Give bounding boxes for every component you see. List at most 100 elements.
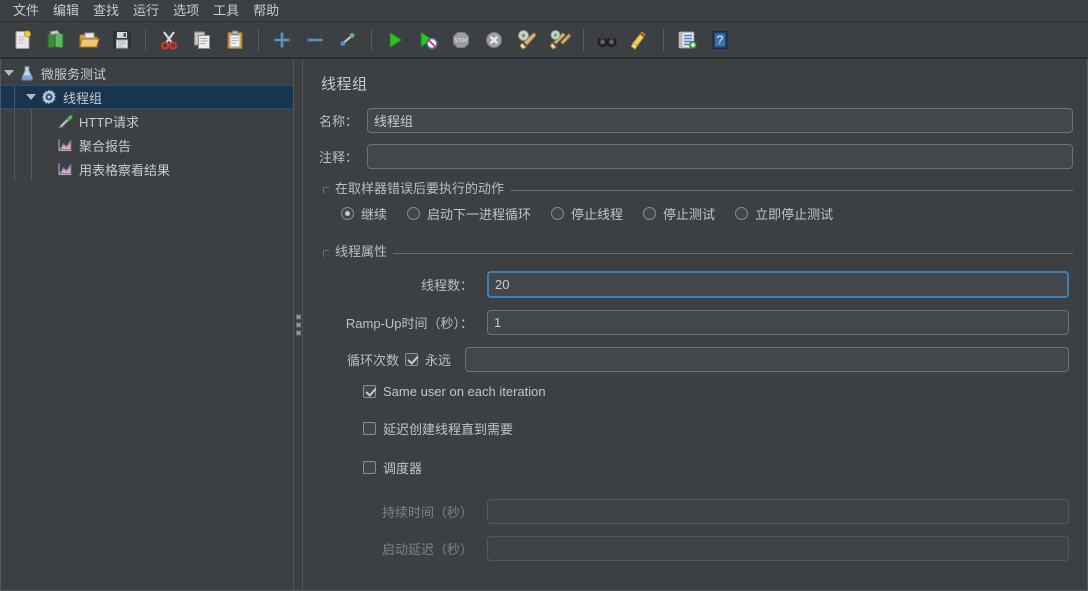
comment-row: 注释： bbox=[319, 144, 1073, 169]
name-label: 名称： bbox=[319, 114, 359, 129]
toolbar-paste[interactable] bbox=[220, 25, 250, 55]
toolbar-separator-3 bbox=[371, 28, 372, 51]
toolbar-cut[interactable] bbox=[154, 25, 184, 55]
tree-node-thread-group[interactable]: 线程组 bbox=[1, 85, 293, 109]
page-title: 线程组 bbox=[321, 76, 368, 93]
split-divider[interactable] bbox=[293, 58, 303, 591]
delay-create-checkbox[interactable]: 延迟创建线程直到需要 bbox=[333, 419, 1069, 438]
num-threads-label: 线程数： bbox=[420, 278, 473, 293]
num-threads-input[interactable] bbox=[487, 271, 1069, 298]
menu-bar: 文件 编辑 查找 运行 选项 工具 帮助 bbox=[0, 0, 1088, 22]
menu-edit[interactable]: 编辑 bbox=[46, 1, 86, 21]
radio-continue[interactable]: 继续 bbox=[341, 204, 387, 223]
group-rule bbox=[393, 253, 1073, 254]
forever-checkbox-label: 永远 bbox=[425, 353, 452, 368]
comment-input[interactable] bbox=[367, 144, 1073, 169]
toolbar-reset-search[interactable] bbox=[625, 25, 655, 55]
radio-stop-test-label: 停止测试 bbox=[663, 207, 716, 222]
start-play-icon bbox=[389, 31, 403, 48]
main-split: 微服务测试 线程组 HTTP请求 聚合报告 用表格察看结果 线程组 名称： 线程… bbox=[0, 58, 1088, 591]
toolbar-expand-all[interactable] bbox=[267, 25, 297, 55]
broom-reset-search-icon bbox=[630, 30, 646, 50]
toolbar-templates[interactable] bbox=[41, 25, 71, 55]
toolbar-save[interactable] bbox=[107, 25, 137, 55]
toolbar-help[interactable]: ? bbox=[705, 25, 735, 55]
open-folder-icon bbox=[79, 32, 100, 47]
test-plan-tree[interactable]: 微服务测试 线程组 HTTP请求 聚合报告 用表格察看结果 bbox=[0, 58, 293, 591]
tree-node-thread-group-label: 线程组 bbox=[63, 90, 103, 106]
delay-create-checkbox-indicator bbox=[363, 422, 376, 435]
scheduler-checkbox-label: 调度器 bbox=[383, 461, 423, 476]
toolbar-open[interactable] bbox=[74, 25, 104, 55]
menu-options[interactable]: 选项 bbox=[166, 1, 206, 21]
startup-delay-row: 启动延迟（秒） bbox=[333, 536, 1069, 561]
radio-continue-label: 继续 bbox=[361, 207, 388, 222]
toolbar-clear-all[interactable] bbox=[545, 25, 575, 55]
tree-node-test-plan[interactable]: 微服务测试 bbox=[1, 61, 293, 85]
new-document-icon bbox=[15, 30, 31, 49]
name-row: 名称： bbox=[319, 108, 1073, 133]
ramp-up-input[interactable] bbox=[487, 310, 1069, 335]
radio-stop-test-indicator bbox=[643, 207, 657, 220]
twisty-test-plan[interactable] bbox=[1, 61, 17, 85]
startup-delay-input[interactable] bbox=[487, 536, 1069, 561]
ramp-up-row: Ramp-Up时间（秒）： bbox=[333, 310, 1069, 335]
radio-stop-thread[interactable]: 停止线程 bbox=[551, 204, 623, 223]
radio-stop-test[interactable]: 停止测试 bbox=[643, 204, 715, 223]
menu-tools[interactable]: 工具 bbox=[206, 1, 246, 21]
toolbar-toggle[interactable] bbox=[333, 25, 363, 55]
tree-node-aggregate-report[interactable]: 聚合报告 bbox=[1, 133, 293, 157]
tree-node-test-plan-label: 微服务测试 bbox=[41, 66, 107, 82]
scheduler-checkbox[interactable]: 调度器 bbox=[333, 458, 1069, 477]
http-request-icon bbox=[55, 112, 75, 130]
name-input[interactable] bbox=[367, 108, 1073, 133]
tree-node-view-results-table[interactable]: 用表格察看结果 bbox=[1, 157, 293, 181]
thread-group-panel: 线程组 名称： 注释： 在取样器错误后要执行的动作 bbox=[303, 58, 1088, 591]
toolbar-function-helper[interactable] bbox=[672, 25, 702, 55]
save-icon bbox=[113, 31, 131, 48]
menu-search[interactable]: 查找 bbox=[86, 1, 126, 21]
expand-plus-icon bbox=[274, 32, 290, 47]
menu-run[interactable]: 运行 bbox=[126, 1, 166, 21]
tree-guide bbox=[14, 157, 15, 181]
toolbar-separator-5 bbox=[663, 28, 664, 51]
duration-label: 持续时间（秒） bbox=[381, 505, 473, 520]
paste-clipboard-icon bbox=[227, 30, 243, 49]
split-divider-grip[interactable] bbox=[296, 314, 301, 335]
loop-count-input[interactable] bbox=[465, 347, 1069, 372]
radio-continue-indicator bbox=[341, 207, 354, 220]
collapse-minus-icon bbox=[307, 38, 323, 41]
toolbar-collapse-all[interactable] bbox=[300, 25, 330, 55]
toolbar-clear[interactable] bbox=[512, 25, 542, 55]
loop-count-row: 循环次数 永远 bbox=[333, 347, 1069, 372]
duration-input[interactable] bbox=[487, 499, 1069, 524]
radio-stop-thread-indicator bbox=[551, 207, 565, 220]
toolbar-search[interactable] bbox=[592, 25, 622, 55]
twisty-thread-group[interactable] bbox=[23, 86, 39, 108]
forever-checkbox-indicator bbox=[405, 353, 418, 366]
ramp-up-label: Ramp-Up时间（秒）： bbox=[345, 316, 473, 331]
clear-all-broom-icon bbox=[549, 29, 571, 50]
aggregate-report-icon bbox=[55, 136, 75, 154]
tree-guide bbox=[14, 133, 15, 157]
tree-node-view-results-table-label: 用表格察看结果 bbox=[79, 162, 171, 178]
toggle-element-icon bbox=[340, 32, 355, 46]
menu-help[interactable]: 帮助 bbox=[246, 1, 286, 21]
toolbar-copy[interactable] bbox=[187, 25, 217, 55]
forever-checkbox[interactable]: 永远 bbox=[405, 350, 451, 369]
comment-label: 注释： bbox=[319, 150, 359, 165]
toolbar-start-no-pauses[interactable] bbox=[413, 25, 443, 55]
thread-properties-group: 线程属性 线程数： Ramp-Up时间（秒）： 循环次数 bbox=[323, 243, 1073, 561]
radio-stop-test-now[interactable]: 立即停止测试 bbox=[735, 204, 833, 223]
same-user-checkbox[interactable]: Same user on each iteration bbox=[333, 384, 1069, 399]
copy-icon bbox=[194, 31, 210, 49]
menu-file[interactable]: 文件 bbox=[6, 1, 46, 21]
toolbar-shutdown[interactable] bbox=[479, 25, 509, 55]
group-rule bbox=[510, 190, 1073, 191]
radio-start-next-loop[interactable]: 启动下一进程循环 bbox=[407, 204, 531, 223]
toolbar-start[interactable] bbox=[380, 25, 410, 55]
toolbar-new[interactable] bbox=[8, 25, 38, 55]
toolbar-stop[interactable]: STOP bbox=[446, 25, 476, 55]
tree-node-http-request[interactable]: HTTP请求 bbox=[1, 109, 293, 133]
svg-text:?: ? bbox=[717, 33, 724, 47]
